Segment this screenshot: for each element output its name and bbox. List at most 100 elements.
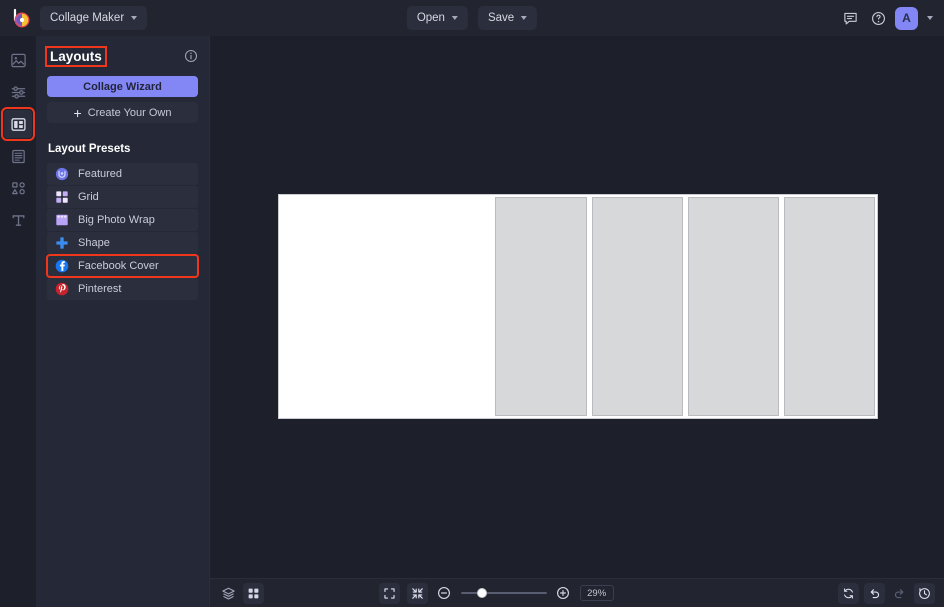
zoom-slider-handle[interactable]	[477, 588, 487, 598]
layers-button[interactable]	[219, 584, 238, 603]
chat-bubble-icon	[843, 11, 858, 26]
avatar[interactable]: A	[895, 7, 918, 30]
collage-cell[interactable]	[495, 197, 586, 416]
history-button[interactable]	[914, 583, 935, 604]
history-controls	[838, 583, 935, 604]
fit-to-screen-icon	[383, 587, 396, 600]
zoom-level-value[interactable]: 29%	[580, 585, 614, 601]
expand-collapse-button[interactable]	[407, 583, 428, 604]
history-clock-icon	[918, 587, 931, 600]
rail-item-layouts[interactable]	[4, 110, 32, 138]
open-button[interactable]: Open	[407, 6, 468, 30]
create-your-own-button[interactable]: + Create Your Own	[47, 102, 198, 123]
image-photo-icon	[10, 52, 27, 69]
layers-stack-icon	[221, 586, 236, 601]
rail-item-shapes[interactable]	[4, 174, 32, 202]
plus-icon: +	[74, 106, 82, 120]
preset-label: Grid	[78, 191, 99, 203]
preset-facebook-cover[interactable]: Facebook Cover	[47, 255, 198, 277]
pinterest-icon	[55, 282, 69, 296]
layouts-panel-icon	[10, 116, 27, 133]
collage-cell-white[interactable]	[281, 197, 490, 416]
preset-pinterest[interactable]: Pinterest	[47, 278, 198, 300]
reset-button[interactable]	[838, 583, 859, 604]
chevron-down-icon	[452, 16, 458, 20]
collage-artboard[interactable]	[278, 194, 878, 419]
rail-item-text-blocks[interactable]	[4, 142, 32, 170]
canvas-workspace: 29%	[209, 36, 944, 607]
save-label: Save	[488, 12, 514, 24]
grid-squares-icon	[55, 190, 69, 204]
facebook-icon	[55, 259, 69, 273]
thumbnails-button[interactable]	[243, 583, 264, 604]
text-block-icon	[10, 148, 27, 165]
preset-featured[interactable]: Featured	[47, 163, 198, 185]
save-button[interactable]: Save	[478, 6, 537, 30]
top-toolbar: Collage Maker Open Save	[0, 0, 944, 36]
collage-cell[interactable]	[784, 197, 875, 416]
zoom-slider[interactable]	[461, 586, 547, 600]
page-title: Layouts	[47, 48, 105, 65]
shapes-icon	[10, 180, 27, 197]
collage-maker-app: Collage Maker Open Save	[0, 0, 944, 607]
account-menu-button[interactable]	[924, 7, 936, 29]
zoom-out-icon	[437, 586, 451, 600]
panel-header: Layouts	[47, 46, 198, 66]
feedback-button[interactable]	[839, 7, 861, 29]
help-button[interactable]	[867, 7, 889, 29]
product-name-dropdown[interactable]: Collage Maker	[40, 6, 147, 30]
text-tool-icon	[10, 212, 27, 229]
layout-presets-heading: Layout Presets	[48, 143, 198, 155]
preset-label: Pinterest	[78, 283, 121, 295]
tool-rail	[0, 36, 36, 607]
layouts-panel: Layouts Collage Wizard + Create Your Own…	[36, 36, 209, 607]
redo-button[interactable]	[890, 584, 909, 603]
collage-wizard-label: Collage Wizard	[83, 81, 162, 93]
product-name-label: Collage Maker	[50, 12, 124, 24]
zoom-in-icon	[556, 586, 570, 600]
rail-item-text[interactable]	[4, 206, 32, 234]
preset-shape[interactable]: Shape	[47, 232, 198, 254]
expand-collapse-icon	[411, 587, 424, 600]
chevron-down-icon	[927, 16, 933, 20]
big-photo-wrap-icon	[55, 213, 69, 227]
sliders-adjust-icon	[10, 84, 27, 101]
shape-cross-icon	[55, 236, 69, 250]
info-circle-icon	[184, 49, 198, 63]
zoom-in-button[interactable]	[554, 584, 573, 603]
redo-arrow-icon	[893, 587, 906, 600]
zoom-slider-track	[461, 592, 547, 594]
rail-item-photos[interactable]	[4, 46, 32, 74]
bottom-toolbar: 29%	[210, 578, 944, 607]
canvas-area[interactable]	[210, 36, 944, 578]
preset-label: Facebook Cover	[78, 260, 159, 272]
collage-cell[interactable]	[688, 197, 779, 416]
bemyguest-logo-icon[interactable]	[8, 5, 34, 31]
create-your-own-label: Create Your Own	[88, 107, 172, 119]
question-circle-icon	[871, 11, 886, 26]
app-body: Layouts Collage Wizard + Create Your Own…	[0, 36, 944, 607]
file-actions: Open Save	[407, 6, 537, 30]
preset-grid[interactable]: Grid	[47, 186, 198, 208]
collage-cell[interactable]	[592, 197, 683, 416]
preset-label: Shape	[78, 237, 110, 249]
undo-arrow-icon	[868, 587, 881, 600]
grid-view-icon	[247, 587, 260, 600]
chevron-down-icon	[521, 16, 527, 20]
undo-button[interactable]	[864, 583, 885, 604]
featured-badge-icon	[55, 167, 69, 181]
open-label: Open	[417, 12, 445, 24]
preset-label: Big Photo Wrap	[78, 214, 155, 226]
panel-info-button[interactable]	[184, 49, 198, 63]
chevron-down-icon	[131, 16, 137, 20]
avatar-initial: A	[902, 11, 911, 25]
refresh-rotate-icon	[842, 587, 855, 600]
fit-to-screen-button[interactable]	[379, 583, 400, 604]
layout-presets-list: Featured Grid	[47, 163, 198, 300]
zoom-out-button[interactable]	[435, 584, 454, 603]
rail-item-adjust[interactable]	[4, 78, 32, 106]
zoom-controls: 29%	[379, 583, 614, 604]
collage-wizard-button[interactable]: Collage Wizard	[47, 76, 198, 97]
preset-label: Featured	[78, 168, 122, 180]
preset-big-photo-wrap[interactable]: Big Photo Wrap	[47, 209, 198, 231]
